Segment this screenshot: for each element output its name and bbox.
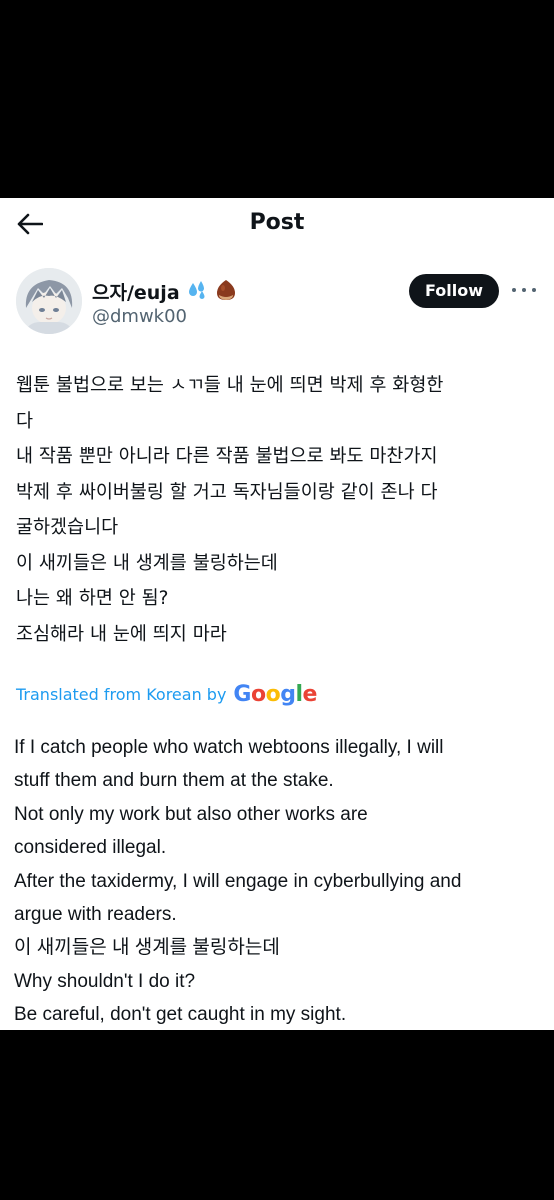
author-name[interactable]: 으자/euja <box>92 278 238 308</box>
translated-line: Be careful, don't get caught in my sight… <box>14 1004 347 1026</box>
translation-attribution[interactable]: Translated from Korean by Google <box>16 682 317 708</box>
translated-line: If I catch people who watch webtoons ill… <box>14 737 444 758</box>
post-line: 이 새끼들은 내 생계를 불링하는데 <box>16 552 278 574</box>
translated-line: considered illegal. <box>14 837 167 859</box>
sweat-droplets-emoji <box>186 279 208 307</box>
post-line: 굴하겠습니다 <box>16 517 119 538</box>
google-logo: Google <box>233 682 317 707</box>
page-title: Post <box>249 210 305 235</box>
chestnut-emoji <box>214 278 238 308</box>
translated-line: argue with readers. <box>14 904 177 926</box>
translated-label-text: Translated from Korean by <box>16 685 227 704</box>
translated-line: After the taxidermy, I will engage in cy… <box>14 870 462 892</box>
translated-line: 이 새끼들은 내 생계를 불링하는데 <box>14 937 280 959</box>
more-dots-icon <box>512 288 516 292</box>
more-options-button[interactable] <box>512 282 536 298</box>
translated-line: Why shouldn't I do it? <box>14 970 196 992</box>
author-handle[interactable]: @dmwk00 <box>92 306 187 328</box>
post-line: 조심해라 내 눈에 띄지 마라 <box>16 623 227 645</box>
post-line: 박제 후 싸이버불링 할 거고 독자님들이랑 같이 존나 다 <box>16 481 438 503</box>
screen: Post 으자/euja @dmwk00 Follow 웹툰 불법으로 보는 ㅅ… <box>0 0 554 1200</box>
top-black-bar <box>0 0 554 198</box>
post-line: 내 작품 뿐만 아니라 다른 작품 불법으로 봐도 마찬가지 <box>16 446 438 467</box>
display-name-text: 으자/euja <box>92 282 180 304</box>
follow-button[interactable]: Follow <box>409 274 499 308</box>
post-line: 웹툰 불법으로 보는 ㅅㄲ들 내 눈에 띄면 박제 후 화형한 <box>16 375 444 396</box>
translated-line: Not only my work but also other works ar… <box>14 803 368 825</box>
bottom-black-bar <box>0 1030 554 1200</box>
post-line: 다 <box>16 410 34 432</box>
back-arrow-icon <box>17 213 43 235</box>
avatar-illustration-icon <box>16 268 82 334</box>
back-button[interactable] <box>12 206 48 242</box>
post-translated-text: If I catch people who watch webtoons ill… <box>14 731 544 1032</box>
avatar[interactable] <box>16 268 82 334</box>
translated-line: stuff them and burn them at the stake. <box>14 770 334 792</box>
post-card: Post 으자/euja @dmwk00 Follow 웹툰 불법으로 보는 ㅅ… <box>0 198 554 1030</box>
post-original-text: 웹툰 불법으로 보는 ㅅㄲ들 내 눈에 띄면 박제 후 화형한 다 내 작품 뿐… <box>16 368 540 652</box>
post-line: 나는 왜 하면 안 됨? <box>16 588 169 609</box>
